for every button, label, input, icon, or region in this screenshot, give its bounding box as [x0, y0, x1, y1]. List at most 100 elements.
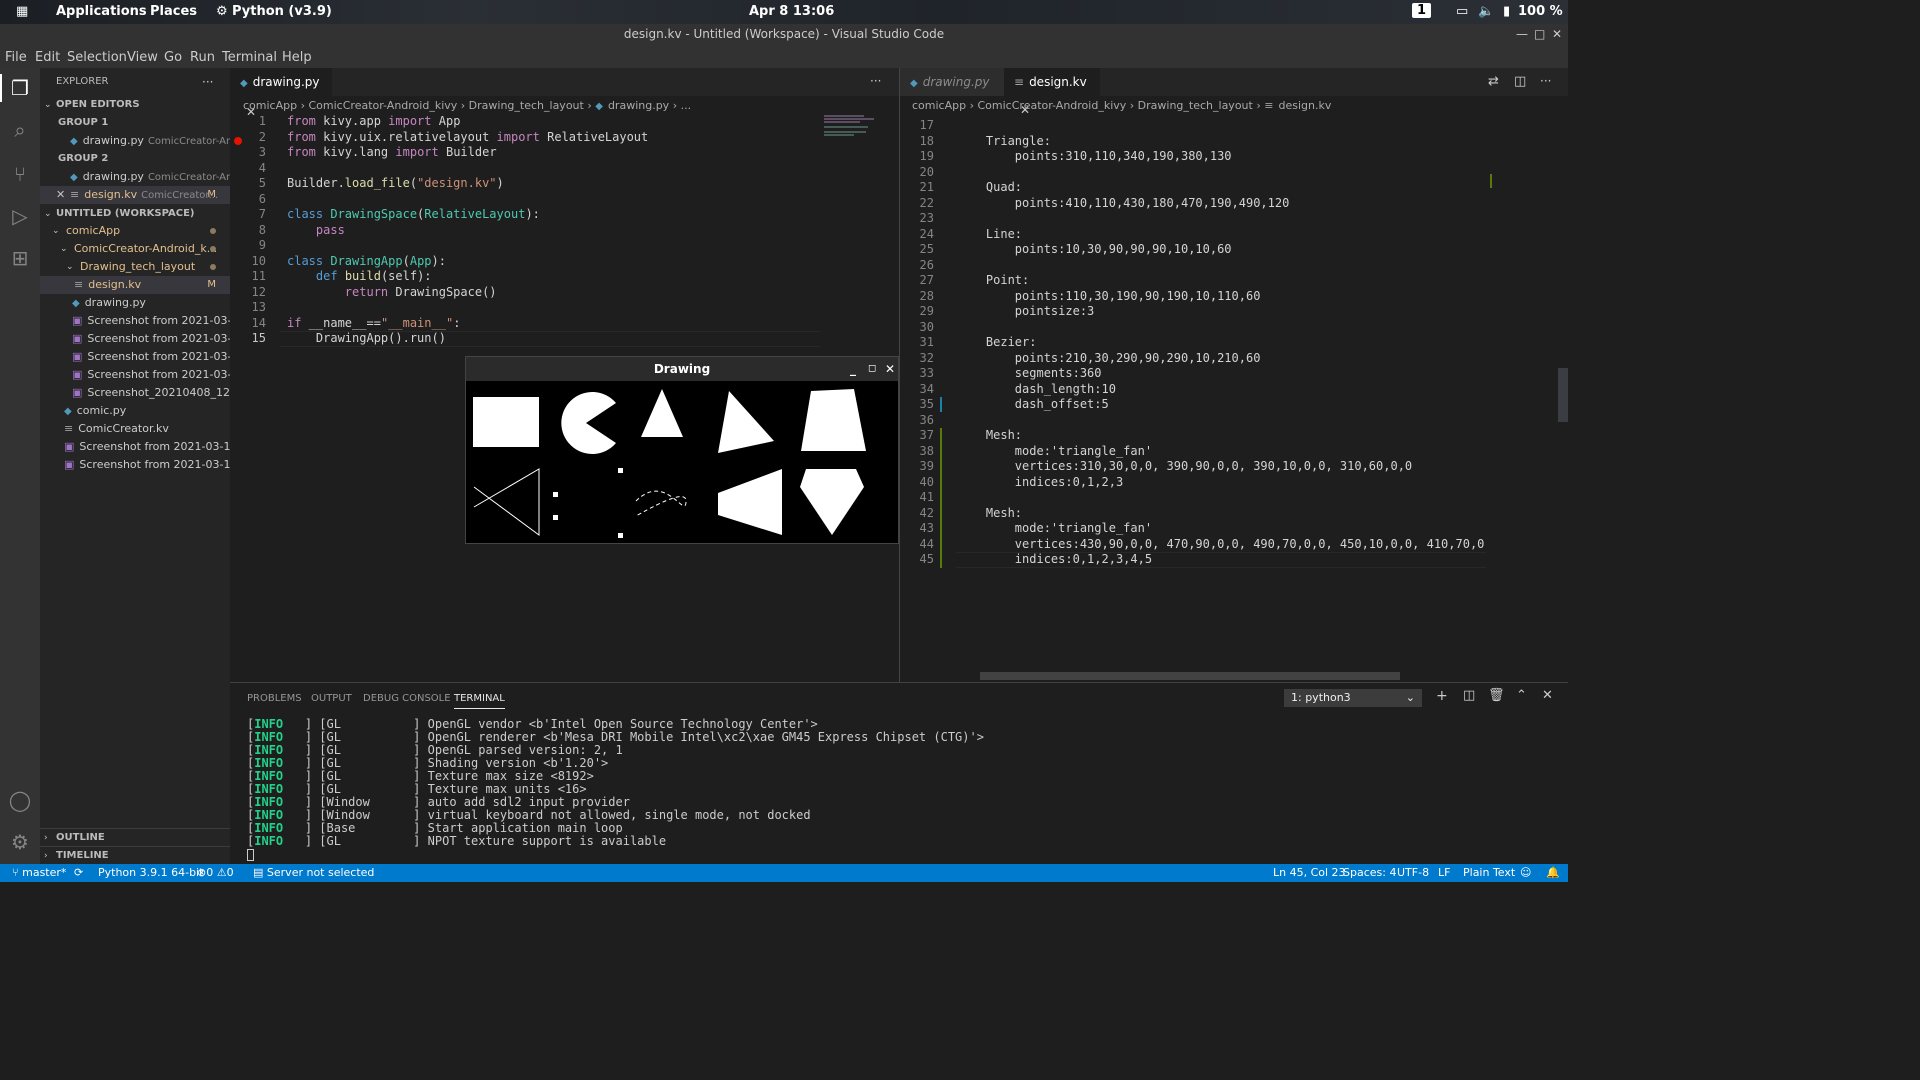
menu-run[interactable]: Run [190, 50, 215, 65]
minimize-icon[interactable]: _ [850, 357, 856, 381]
menu-file[interactable]: File [5, 50, 27, 65]
tree-file[interactable]: ◆ comic.py [40, 402, 230, 420]
search-icon[interactable]: ⌕ [8, 118, 32, 142]
menu-terminal[interactable]: Terminal [222, 50, 277, 65]
python-interpreter[interactable]: Python 3.9.1 64-bit [98, 866, 203, 879]
menu-help[interactable]: Help [282, 50, 312, 65]
clock[interactable]: Apr 8 13:06 [749, 4, 834, 19]
run-debug-icon[interactable]: ▷ [8, 204, 32, 228]
close-icon[interactable]: ✕ [1552, 27, 1562, 41]
places-menu[interactable]: Places [150, 4, 197, 19]
tree-file[interactable]: ◆ drawing.py [40, 294, 230, 312]
encoding[interactable]: UTF-8 [1397, 866, 1429, 879]
language-mode[interactable]: Plain Text [1463, 866, 1515, 879]
terminal-select[interactable]: 1: python3 ⌄ [1284, 689, 1422, 707]
tab-problems[interactable]: PROBLEMS [247, 693, 302, 704]
close-panel-icon[interactable]: ✕ [1542, 688, 1553, 703]
breadcrumb-item[interactable]: comicApp [912, 99, 966, 112]
minimap[interactable] [824, 114, 888, 136]
volume-icon[interactable]: 🔈 [1478, 4, 1494, 19]
battery-percent[interactable]: 100 % [1518, 4, 1563, 19]
maximize-icon[interactable]: □ [1534, 27, 1545, 41]
menu-selection[interactable]: Selection [67, 50, 127, 65]
drawing-canvas[interactable] [466, 381, 898, 543]
split-terminal-icon[interactable]: ◫ [1463, 688, 1475, 703]
tree-file-selected[interactable]: ≡ design.kv M [40, 276, 230, 294]
settings-gear-icon[interactable]: ⚙ [8, 830, 32, 854]
right-code-editor[interactable]: 17 18 Triangle: 19 points:310,110,340,190,… [900, 118, 1486, 678]
right-minimap[interactable] [1486, 114, 1568, 682]
tree-file[interactable]: ▣ Screenshot from 2021-03-2... [40, 348, 230, 366]
tree-file[interactable]: ▣ Screenshot from 2021-03-18 ... [40, 438, 230, 456]
source-control-icon[interactable]: ⑂ [8, 162, 32, 186]
open-editor-item-active[interactable]: ✕ ≡ design.kv ComicCreator... M [40, 186, 230, 204]
open-changes-icon[interactable]: ⇄ [1488, 74, 1499, 89]
python-app-menu[interactable]: Python (v3.9) [232, 4, 332, 19]
notifications-icon[interactable]: 🔔 [1546, 866, 1560, 879]
more-actions-icon[interactable]: ··· [870, 74, 881, 88]
tab-drawing-py[interactable]: ◆ drawing.py ✕ [230, 68, 332, 119]
open-editors-section[interactable]: ⌄ OPEN EDITORS [40, 96, 230, 114]
applications-menu[interactable]: Applications [56, 4, 147, 19]
minimize-icon[interactable]: — [1516, 27, 1528, 41]
battery-icon[interactable]: ▮ [1503, 4, 1510, 19]
sync-icon[interactable]: ⟳ [74, 866, 83, 879]
kivy-titlebar[interactable]: Drawing _ ◻ ✕ [466, 357, 898, 381]
explorer-icon[interactable]: ❐ [8, 76, 32, 100]
display-icon[interactable]: ▭ [1456, 4, 1468, 19]
new-terminal-icon[interactable]: + [1436, 688, 1448, 704]
menu-edit[interactable]: Edit [35, 50, 60, 65]
workspace-section[interactable]: ⌄ UNTITLED (WORKSPACE) [40, 205, 230, 223]
breadcrumb-item[interactable]: design.kv [1278, 99, 1331, 112]
menu-view[interactable]: View [127, 50, 158, 65]
cursor-position[interactable]: Ln 45, Col 23 [1273, 866, 1346, 879]
tab-drawing-py[interactable]: ◆ drawing.py [900, 68, 1004, 96]
tab-output[interactable]: OUTPUT [311, 693, 352, 704]
account-icon[interactable]: ◯ [8, 788, 32, 812]
tree-file[interactable]: ▣ Screenshot from 2021-03-2... [40, 330, 230, 348]
more-actions-icon[interactable]: ··· [1540, 74, 1551, 88]
chevron-up-icon[interactable]: ⌃ [1516, 688, 1527, 703]
tab-debug-console[interactable]: DEBUG CONSOLE [363, 693, 451, 704]
split-editor-icon[interactable]: ◫ [1514, 74, 1526, 89]
tab-terminal[interactable]: TERMINAL [454, 693, 505, 709]
outline-section[interactable]: › OUTLINE [40, 828, 230, 846]
menu-go[interactable]: Go [164, 50, 182, 65]
terminal-output[interactable]: [INFO ] [GL ] OpenGL vendor <b'Intel Ope… [230, 718, 1568, 858]
indentation[interactable]: Spaces: 4 [1343, 866, 1396, 879]
tree-folder[interactable]: ⌄ comicApp [40, 222, 230, 240]
breadcrumb-item[interactable]: Drawing_tech_layout [469, 99, 584, 112]
maximize-icon[interactable]: ◻ [868, 357, 876, 381]
server-status[interactable]: ▤ Server not selected [253, 866, 374, 879]
close-editor-icon[interactable]: ✕ [56, 186, 65, 204]
feedback-icon[interactable]: ☺ [1520, 866, 1531, 879]
more-actions-icon[interactable]: ··· [202, 73, 213, 91]
horizontal-scrollbar[interactable] [980, 672, 1400, 680]
open-editor-item[interactable]: ◆ drawing.pyComicCreator-An... [40, 168, 230, 186]
activities-grid-icon[interactable]: ▦ [16, 4, 28, 19]
open-editor-item[interactable]: ◆ drawing.pyComicCreator-An... [40, 132, 230, 150]
branch-status[interactable]: ⑂ master* [12, 866, 66, 879]
problems-status[interactable]: ⊗0 ⚠0 [197, 866, 234, 879]
kill-terminal-icon[interactable]: 🗑 [1488, 688, 1505, 703]
kivy-drawing-window[interactable]: Drawing _ ◻ ✕ [465, 356, 899, 544]
tree-file[interactable]: ▣ Screenshot from 2021-03-18 ... [40, 456, 230, 474]
breadcrumb-item[interactable]: drawing.py [608, 99, 669, 112]
tab-design-kv[interactable]: ≡ design.kv ✕ [1004, 68, 1100, 117]
tree-folder[interactable]: ⌄ Drawing_tech_layout [40, 258, 230, 276]
tree-file[interactable]: ≡ ComicCreator.kv [40, 420, 230, 438]
extensions-icon[interactable]: ⊞ [8, 246, 32, 270]
breadcrumb-item[interactable]: Drawing_tech_layout [1138, 99, 1253, 112]
tree-file[interactable]: ▣ Screenshot from 2021-03-2... [40, 366, 230, 384]
breadcrumb-item[interactable]: comicApp [243, 99, 297, 112]
tree-file[interactable]: ▣ Screenshot_20210408_121... [40, 384, 230, 402]
timeline-section[interactable]: › TIMELINE [40, 846, 230, 864]
end-of-line[interactable]: LF [1438, 866, 1450, 879]
tree-folder[interactable]: ⌄ ComicCreator-Android_k... [40, 240, 230, 258]
breadcrumb-item[interactable]: ... [681, 99, 692, 112]
workspace-indicator[interactable]: 1 [1412, 3, 1432, 18]
tree-file[interactable]: ▣ Screenshot from 2021-03-2... [40, 312, 230, 330]
overview-ruler-slider[interactable] [1558, 368, 1568, 422]
breadcrumb-item[interactable]: ComicCreator-Android_kivy [309, 99, 458, 112]
close-icon[interactable]: ✕ [885, 357, 895, 381]
